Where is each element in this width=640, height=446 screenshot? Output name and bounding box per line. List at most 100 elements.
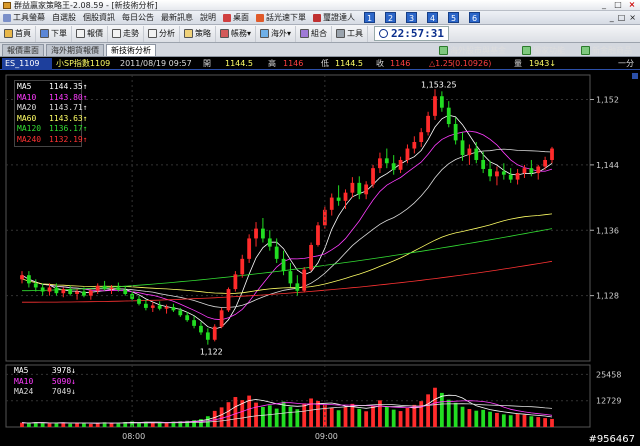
- candle-body: [378, 158, 382, 169]
- candle-body: [185, 315, 190, 321]
- candle-body: [508, 174, 513, 180]
- product-icon: [581, 45, 590, 55]
- volume-bar: [82, 423, 86, 427]
- home-button[interactable]: 首頁: [0, 25, 36, 42]
- candle-body: [102, 285, 107, 290]
- volume-bar: [405, 407, 410, 427]
- volume-tick-label: 12729: [596, 397, 621, 406]
- exclusive-features-link[interactable]: 獨家功能: [518, 44, 569, 56]
- volume-ma-row: MA10 5090↓: [14, 377, 76, 388]
- volume-bar: [439, 392, 444, 427]
- screen-tab-6[interactable]: 6: [469, 12, 480, 23]
- open-value: 1144.5: [225, 59, 253, 68]
- price-ma-label: MA240: [17, 134, 42, 144]
- strategy-button[interactable]: 策略: [180, 25, 216, 42]
- maximize-button[interactable]: □: [612, 0, 624, 10]
- minimize-button[interactable]: _: [598, 0, 610, 10]
- volume-bar: [288, 406, 293, 427]
- menu-fast-order[interactable]: 話光速下單: [253, 11, 310, 25]
- lightning-icon: [256, 13, 264, 22]
- symbol-code[interactable]: ES_1109: [2, 58, 52, 70]
- candle-body: [302, 269, 307, 291]
- strategy-icon: [184, 29, 193, 38]
- volume-ma-label: MA24: [14, 387, 34, 396]
- overseas-stocks-funds-link[interactable]: 海外股市與基金: [435, 44, 510, 56]
- overseas-button[interactable]: 海外 ▾: [256, 25, 297, 42]
- tools-button[interactable]: 工具: [332, 25, 369, 42]
- account-button[interactable]: 帳務 ▾: [216, 25, 257, 42]
- candle-body: [137, 298, 141, 304]
- candle-body: [522, 168, 527, 174]
- low-value: 1144.5: [335, 59, 363, 68]
- screen-tab-1[interactable]: 1: [364, 12, 375, 23]
- menu-desktop[interactable]: 桌面: [220, 11, 253, 25]
- menu-watchlist[interactable]: 自選股: [49, 11, 80, 25]
- volume-bar: [529, 416, 534, 427]
- tab-new-technical-analysis[interactable]: 新技術分析: [106, 44, 156, 56]
- child-close-button[interactable]: ×: [629, 13, 636, 22]
- menu-tools-screen[interactable]: 工具螢幕: [0, 11, 49, 25]
- candle-body: [40, 287, 45, 292]
- table-icon: [76, 29, 85, 38]
- menu-warrant-expert[interactable]: 璽證達人: [310, 11, 359, 25]
- price-ma-value: 1132.19↑: [49, 134, 88, 144]
- candle-body: [329, 197, 334, 210]
- candle-body: [233, 274, 238, 290]
- portfolio-button[interactable]: 組合: [296, 25, 333, 42]
- tab-overseas-futures[interactable]: 海外期貨報價: [46, 44, 104, 56]
- price-ma-row: MA120 1136.17↑: [17, 124, 88, 135]
- screen-tab-4[interactable]: 4: [427, 12, 438, 23]
- analysis-button[interactable]: 分析: [144, 25, 180, 42]
- close-button[interactable]: ×: [626, 0, 638, 10]
- price-ma-row: MA20 1143.71↑: [17, 103, 88, 114]
- technical-chart[interactable]: 1,152 1,144 1,136 1,128 1,153.25 1,122 25458 12…: [0, 71, 640, 446]
- title-bar: 群益贏家策略王-2.08.59 - [新技術分析] _ □ ×: [0, 0, 640, 11]
- period-label[interactable]: 一分: [618, 58, 634, 70]
- quote-button[interactable]: 報價: [72, 25, 108, 42]
- volume-bar: [391, 409, 396, 427]
- candle-body: [144, 303, 148, 308]
- volume-ma-row: MA5 3978↓: [14, 366, 76, 377]
- menu-help[interactable]: 說明: [197, 11, 220, 25]
- candle-body: [212, 326, 217, 340]
- change-value: △1.25: [429, 59, 453, 68]
- price-ma-value: 1144.35↑: [49, 82, 88, 91]
- tab-quote-screen[interactable]: 報價畫面: [2, 44, 44, 56]
- candle-body: [61, 289, 66, 294]
- price-ma-value: 1143.71↑: [49, 103, 88, 112]
- low-label: 低: [321, 59, 329, 68]
- price-ma-row: MA240 1132.19↑: [17, 134, 88, 146]
- volume-bar: [364, 411, 369, 427]
- menu-latest-news[interactable]: 最新訊息: [158, 11, 197, 25]
- candle-body: [150, 305, 155, 308]
- new-financial-products-link[interactable]: 新金融商品: [577, 44, 636, 56]
- menu-bar: 工具螢幕 自選股 個股資訊 每日公告 最新訊息 說明 桌面 話光速下單 璽證達人…: [0, 11, 640, 25]
- candle-body: [495, 171, 499, 177]
- child-maximize-button[interactable]: □: [618, 13, 626, 22]
- candle-body: [171, 307, 176, 311]
- screen-tab-5[interactable]: 5: [448, 12, 459, 23]
- candle-body: [474, 148, 479, 160]
- window-title: 群益贏家策略王-2.08.59 - [新技術分析]: [14, 1, 158, 10]
- screen-tab-2[interactable]: 2: [385, 12, 396, 23]
- candle-body: [240, 258, 245, 275]
- candle-body: [226, 289, 231, 311]
- candle-body: [82, 291, 86, 296]
- screen-tab-3[interactable]: 3: [406, 12, 417, 23]
- candle-body: [274, 246, 279, 259]
- volume-bar: [488, 411, 492, 427]
- price-tick-label: 1,144: [596, 161, 619, 170]
- close-value: 1146: [390, 59, 411, 68]
- candle-body: [501, 171, 506, 175]
- volume-ma-value: 3978↓: [51, 366, 76, 375]
- child-minimize-button[interactable]: _: [610, 13, 614, 22]
- order-button[interactable]: 下單: [36, 25, 72, 42]
- order-icon: [40, 29, 49, 38]
- trend-button[interactable]: 走勢: [108, 25, 144, 42]
- volume-bar: [426, 394, 430, 427]
- candle-body: [261, 228, 265, 239]
- candle-body: [364, 184, 369, 195]
- menu-daily-notice[interactable]: 每日公告: [119, 11, 158, 25]
- price-ma-row: MA5 1144.35↑: [17, 82, 88, 93]
- menu-stock-info[interactable]: 個股資訊: [80, 11, 119, 25]
